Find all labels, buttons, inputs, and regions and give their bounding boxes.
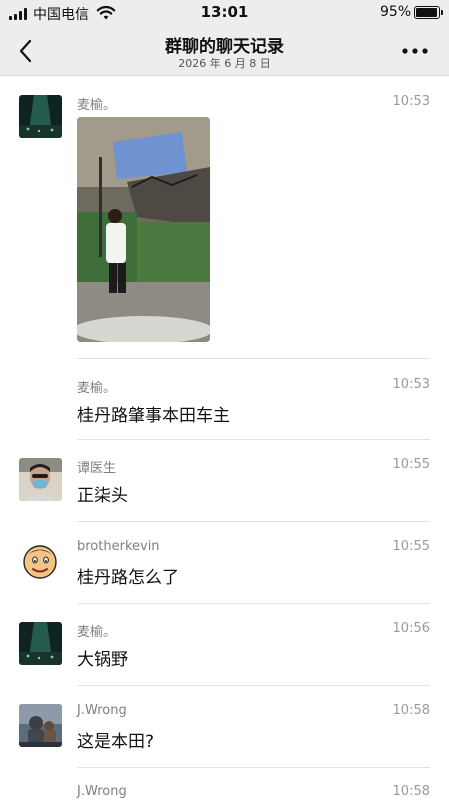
message-time: 10:53 xyxy=(392,94,430,109)
message-item: 麦榆。 10:56 大锅野 xyxy=(0,604,449,685)
message-item: brotherkevin 10:55 桂丹路怎么了 xyxy=(0,522,449,603)
nav-bar: 群聊的聊天记录 2026 年 6 月 8 日 xyxy=(0,26,449,76)
status-bar: 中国电信 13:01 95% xyxy=(0,0,449,26)
sender-name: 麦榆。 xyxy=(77,625,117,640)
sender-name: J.Wrong xyxy=(77,703,127,718)
message-time: 10:58 xyxy=(392,703,430,718)
message-item: 谭医生 10:55 正柒头 xyxy=(0,440,449,521)
avatar[interactable] xyxy=(19,95,62,138)
page-title: 群聊的聊天记录 xyxy=(165,37,284,57)
sender-name: J.Wrong xyxy=(77,784,127,799)
battery-icon xyxy=(414,6,443,19)
message-item: J.Wrong 10:58 xyxy=(0,768,449,800)
message-item: J.Wrong 10:58 这是本田? xyxy=(0,686,449,767)
message-text: 正柒头 xyxy=(77,486,128,506)
message-item: 麦榆。 10:53 桂丹路肇事本田车主 xyxy=(0,359,449,439)
message-time: 10:56 xyxy=(392,621,430,636)
message-time: 10:58 xyxy=(392,784,430,799)
sender-name: 麦榆。 xyxy=(77,98,117,113)
message-text: 大锅野 xyxy=(77,650,128,670)
message-text: 桂丹路肇事本田车主 xyxy=(77,406,230,426)
avatar[interactable] xyxy=(19,622,62,665)
message-image[interactable] xyxy=(77,117,210,342)
message-list[interactable]: 麦榆。 10:53 麦榆。 10:53 桂丹路肇事本田车主 谭医生 10:55 … xyxy=(0,77,449,800)
message-time: 10:53 xyxy=(392,377,430,392)
message-time: 10:55 xyxy=(392,539,430,554)
message-text: 这是本田? xyxy=(77,732,155,752)
avatar[interactable] xyxy=(19,458,62,501)
avatar[interactable] xyxy=(19,704,62,747)
message-item: 麦榆。 10:53 xyxy=(0,77,449,359)
message-text: 桂丹路怎么了 xyxy=(77,568,179,588)
avatar[interactable] xyxy=(19,540,62,583)
sender-name: 谭医生 xyxy=(77,461,117,476)
more-icon[interactable] xyxy=(398,40,432,62)
message-time: 10:55 xyxy=(392,457,430,472)
battery-percent: 95% xyxy=(380,4,412,20)
sender-name: brotherkevin xyxy=(77,539,160,554)
page-subtitle: 2026 年 6 月 8 日 xyxy=(178,57,271,70)
sender-name: 麦榆。 xyxy=(77,381,117,396)
